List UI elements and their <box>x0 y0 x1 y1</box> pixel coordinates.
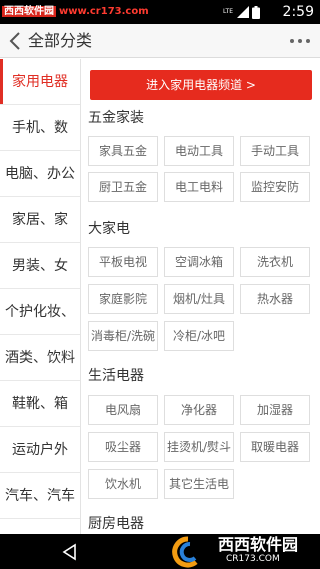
category-content: 进入家用电器频道 > 五金家装 家具五金 电动工具 手动工具 厨卫五金 电工电料… <box>82 59 320 534</box>
chevron-left-icon[interactable] <box>4 29 28 53</box>
section-title: 生活电器 <box>88 368 144 384</box>
category-item[interactable]: 吸尘器 <box>88 432 158 462</box>
network-type-label: LTE <box>223 8 233 15</box>
sidebar-item-shoes-bags[interactable]: 鞋靴、箱 <box>0 381 80 427</box>
status-bar: 西西软件园 www.cr173.com LTE 2:59 <box>0 0 320 24</box>
sidebar-item-home-living[interactable]: 家居、家 <box>0 197 80 243</box>
category-item[interactable]: 饮水机 <box>88 469 158 499</box>
signal-icon <box>237 6 249 18</box>
system-nav-bar: 西西软件园 CR173.COM <box>0 534 320 569</box>
logo-text: 西西软件园 <box>218 535 299 554</box>
watermark: 西西软件园 www.cr173.com <box>2 5 149 19</box>
sidebar-item-home-appliances[interactable]: 家用电器 <box>0 59 80 105</box>
category-item[interactable]: 电工电料 <box>164 172 234 202</box>
enter-channel-button[interactable]: 进入家用电器频道 > <box>90 70 312 100</box>
category-item[interactable]: 平板电视 <box>88 247 158 277</box>
category-item[interactable]: 电动工具 <box>164 136 234 166</box>
category-item[interactable]: 空调冰箱 <box>164 247 234 277</box>
sidebar-item-sports-outdoor[interactable]: 运动户外 <box>0 427 80 473</box>
category-sidebar: 家用电器 手机、数 电脑、办公 家居、家 男装、女 个护化妆、 酒类、饮料 鞋靴… <box>0 59 81 534</box>
watermark-brand: 西西软件园 <box>2 6 56 17</box>
top-header: 全部分类 <box>0 24 320 58</box>
triangle-back-icon[interactable] <box>60 542 80 562</box>
category-item[interactable]: 烟机/灶具 <box>164 284 234 314</box>
section-title: 五金家装 <box>88 110 144 126</box>
logo-url: CR173.COM <box>226 554 280 564</box>
sidebar-item-personal-care[interactable]: 个护化妆、 <box>0 289 80 335</box>
logo-mark-icon <box>172 536 198 568</box>
battery-icon <box>252 5 260 19</box>
section-title: 厨房电器 <box>88 516 144 532</box>
category-item[interactable]: 冷柜/冰吧 <box>164 321 234 351</box>
more-dots-icon[interactable] <box>288 29 312 53</box>
clock: 2:59 <box>282 4 314 20</box>
status-icons: LTE <box>223 5 260 19</box>
sidebar-item-phones-digital[interactable]: 手机、数 <box>0 105 80 151</box>
page-title: 全部分类 <box>28 31 93 50</box>
category-item[interactable]: 取暖电器 <box>240 432 310 462</box>
category-item[interactable]: 手动工具 <box>240 136 310 166</box>
category-item[interactable]: 加湿器 <box>240 395 310 425</box>
sidebar-item-computers-office[interactable]: 电脑、办公 <box>0 151 80 197</box>
category-item[interactable]: 家具五金 <box>88 136 158 166</box>
category-item[interactable]: 挂烫机/熨斗 <box>164 432 234 462</box>
watermark-logo: 西西软件园 CR173.COM <box>166 534 320 569</box>
category-item[interactable]: 家庭影院 <box>88 284 158 314</box>
category-item[interactable]: 消毒柜/洗碗 <box>88 321 158 351</box>
category-item[interactable]: 其它生活电 <box>164 469 234 499</box>
section-title: 大家电 <box>88 221 130 237</box>
category-item[interactable]: 热水器 <box>240 284 310 314</box>
category-item[interactable]: 净化器 <box>164 395 234 425</box>
sidebar-item-automotive[interactable]: 汽车、汽车 <box>0 473 80 519</box>
category-item[interactable]: 厨卫五金 <box>88 172 158 202</box>
category-item[interactable]: 洗衣机 <box>240 247 310 277</box>
category-item[interactable]: 监控安防 <box>240 172 310 202</box>
category-item[interactable]: 电风扇 <box>88 395 158 425</box>
watermark-url: www.cr173.com <box>59 6 149 17</box>
sidebar-item-clothing[interactable]: 男装、女 <box>0 243 80 289</box>
sidebar-item-drinks[interactable]: 酒类、饮料 <box>0 335 80 381</box>
